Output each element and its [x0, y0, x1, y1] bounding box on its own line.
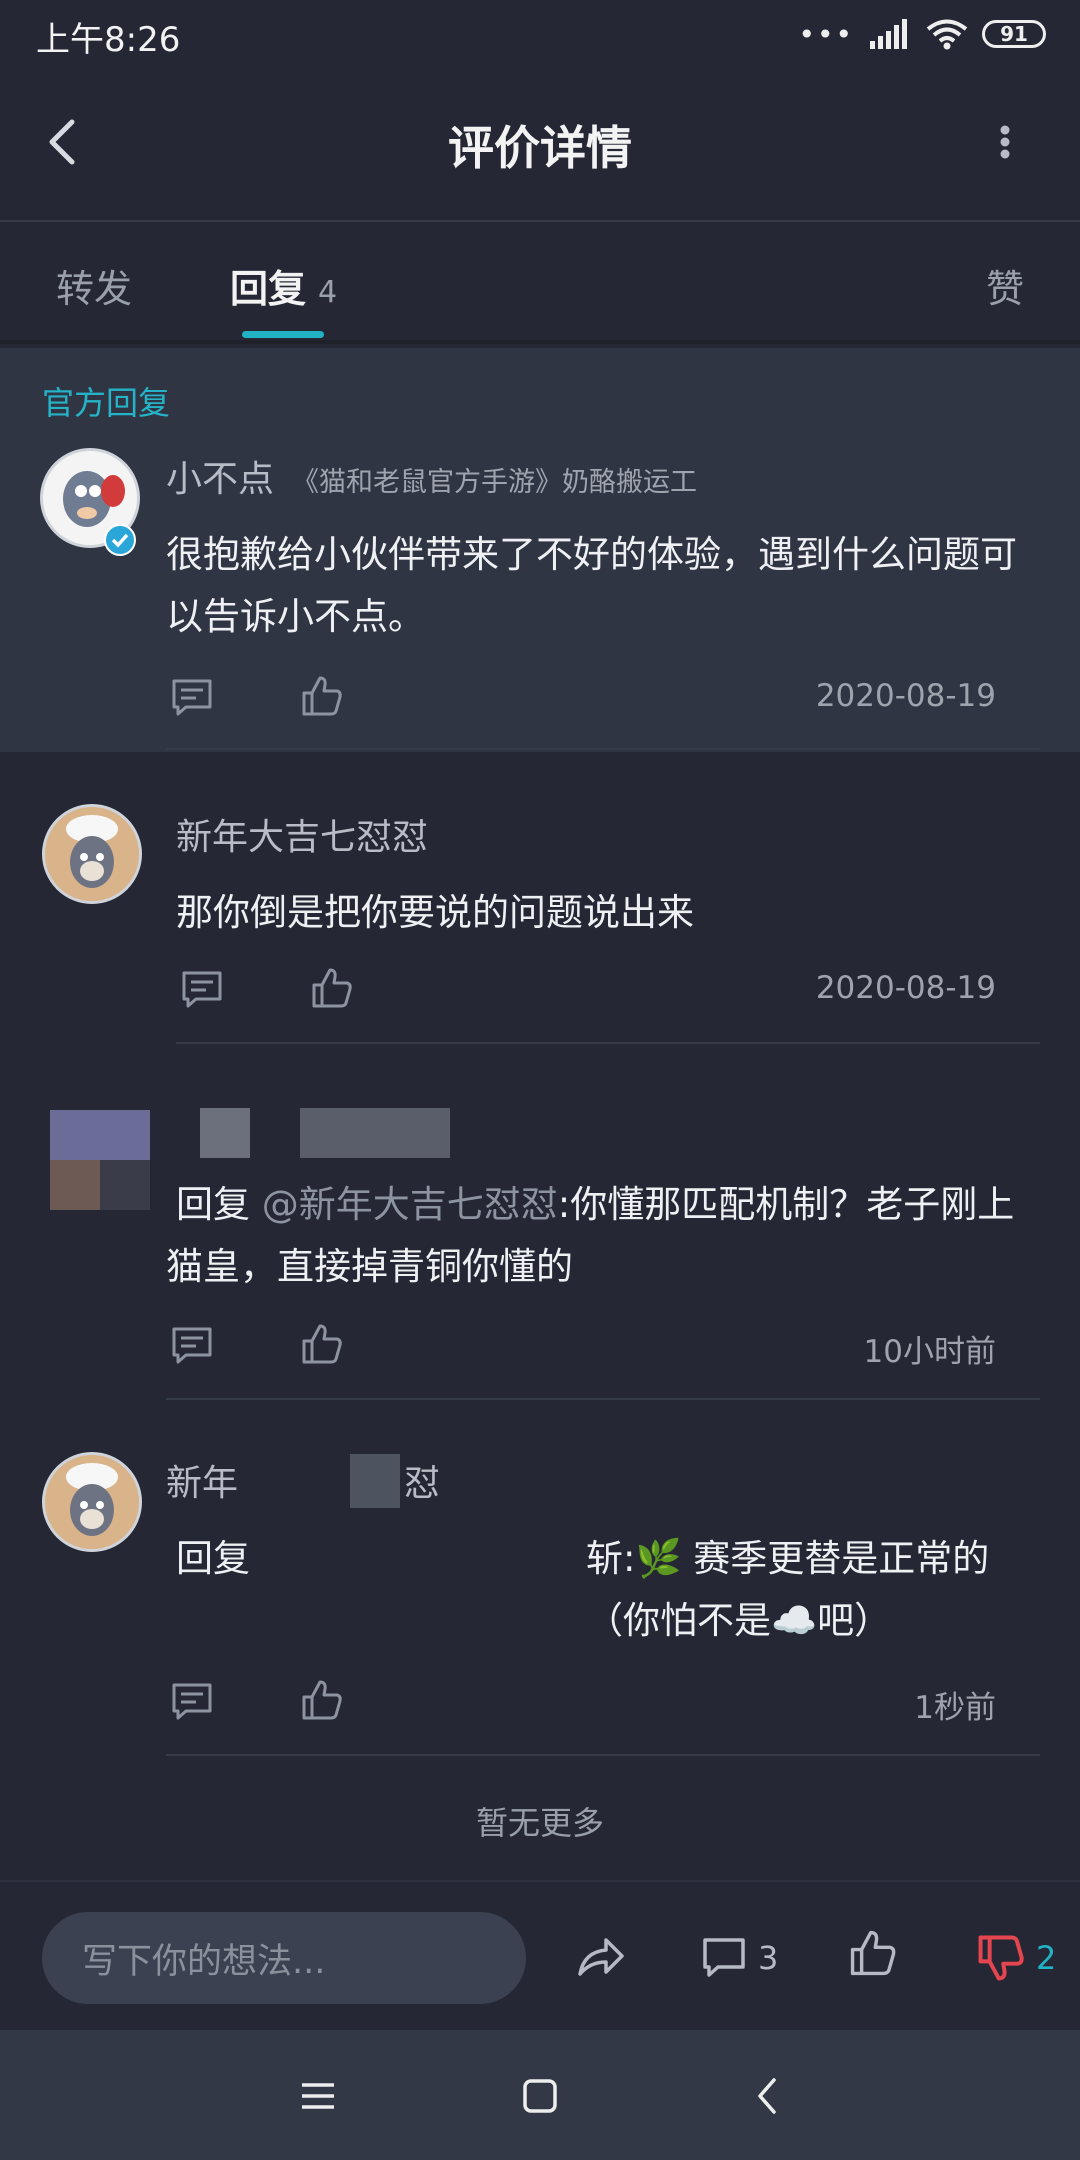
comment-count-button[interactable]: 3 — [700, 1930, 778, 1986]
signal-icon — [870, 19, 907, 49]
menu-icon[interactable] — [298, 2076, 338, 2116]
battery-indicator: 91 — [982, 20, 1046, 48]
tab-replies-label: 回复 — [230, 267, 307, 311]
comment-date: 2020-08-19 — [815, 678, 996, 714]
official-user-line: 小不点 《猫和老鼠官方手游》奶酪搬运工 — [166, 450, 697, 502]
comment-text: 回复 @新年大吉七怼怼:你懂那匹配机制？老子刚上猫皇，直接掉青铜你懂的 — [166, 1174, 1036, 1298]
comment-input[interactable]: 写下你的想法... — [42, 1912, 526, 2004]
dislike-count: 2 — [1036, 1939, 1057, 1977]
share-icon[interactable] — [574, 1930, 626, 1982]
comment-item: 新年 怼 回复 斩:🌿 赛季更替是正常的（你怕不是☁️吧） 1秒前 — [0, 1400, 1080, 1756]
comment-date: 10小时前 — [863, 1334, 996, 1370]
dislike-button[interactable]: 2 — [976, 1930, 1056, 1986]
comment-icon[interactable] — [170, 1680, 214, 1724]
verified-badge-icon — [104, 524, 136, 556]
comment-date: 1秒前 — [914, 1690, 996, 1726]
bottom-action-bar: 写下你的想法... 3 2 — [0, 1880, 1080, 2032]
comment-icon[interactable] — [180, 968, 224, 1012]
tab-replies-count: 4 — [318, 275, 338, 310]
tab-bar: 转发 回复 4 赞 — [0, 220, 1080, 344]
comment-icon[interactable] — [170, 1324, 214, 1368]
back-nav-icon[interactable] — [748, 2076, 788, 2116]
header: 评价详情 — [0, 70, 1080, 222]
comment-date: 2020-08-19 — [815, 970, 996, 1006]
official-reply-section: 官方回复 小不点 《猫和老鼠官方手游》奶酪搬运工 很抱歉给小伙伴带来了不好的体验，… — [0, 348, 1080, 752]
comment-text: 很抱歉给小伙伴带来了不好的体验，遇到什么问题可以告诉小不点。 — [166, 533, 1017, 638]
comment-count: 3 — [758, 1939, 779, 1977]
system-nav-bar — [0, 2030, 1080, 2160]
comment-item: 回复 @新年大吉七怼怼:你懂那匹配机制？老子刚上猫皇，直接掉青铜你懂的 10小时… — [0, 1044, 1080, 1400]
avatar[interactable] — [42, 1452, 142, 1552]
home-icon[interactable] — [520, 2076, 560, 2116]
page-title: 评价详情 — [448, 121, 632, 175]
comment-icon[interactable] — [170, 676, 214, 720]
tab-active-indicator — [242, 331, 324, 338]
username-obscured — [300, 1108, 450, 1158]
user-title: 《猫和老鼠官方手游》奶酪搬运工 — [292, 467, 698, 498]
username[interactable]: 新年大吉七怼怼 — [176, 808, 428, 860]
avatar[interactable] — [42, 804, 142, 904]
username-obscured — [350, 1454, 400, 1508]
more-vertical-icon[interactable] — [990, 112, 1020, 172]
tab-forward-label: 转发 — [56, 267, 133, 311]
like-icon[interactable] — [310, 966, 354, 1010]
status-icons: ••• 91 — [798, 14, 1046, 54]
username[interactable]: 新年 — [166, 1454, 238, 1506]
comment-text: 斩:🌿 赛季更替是正常的（你怕不是☁️吧） — [586, 1537, 990, 1642]
tab-replies[interactable]: 回复 4 — [230, 258, 337, 313]
like-icon[interactable] — [300, 1322, 344, 1366]
reply-prefix: 回复 — [176, 1183, 262, 1226]
comment-bubble-icon — [703, 1938, 745, 1977]
tom-cat-avatar-icon — [45, 1455, 139, 1549]
comment-item: 新年大吉七怼怼 那你倒是把你要说的问题说出来 2020-08-19 — [0, 752, 1080, 1044]
official-reply-label: 官方回复 — [42, 384, 171, 422]
username-obscured — [200, 1108, 250, 1158]
divider — [166, 748, 1040, 750]
status-bar: 上午8:26 ••• 91 — [0, 0, 1080, 70]
username[interactable]: 小不点 — [166, 459, 274, 500]
wifi-icon — [926, 19, 968, 50]
tab-likes-label: 赞 — [986, 267, 1025, 311]
username-tail: 怼 — [404, 1463, 441, 1504]
tab-forward[interactable]: 转发 — [56, 258, 132, 313]
status-time: 上午8:26 — [36, 20, 181, 60]
like-icon[interactable] — [300, 674, 344, 718]
divider — [166, 1754, 1040, 1756]
tab-likes[interactable]: 赞 — [986, 258, 1024, 313]
like-icon[interactable] — [300, 1678, 344, 1722]
thumbs-up-icon[interactable] — [848, 1928, 898, 1978]
username-visible: 新年 — [166, 1463, 239, 1504]
comment-text: 那你倒是把你要说的问题说出来 — [176, 891, 694, 934]
avatar[interactable] — [50, 1110, 150, 1210]
thumbs-down-icon — [978, 1935, 1024, 1981]
reply-prefix: 回复 — [176, 1537, 250, 1580]
no-more-label: 暂无更多 — [475, 1804, 604, 1842]
tom-cat-avatar-icon — [45, 807, 139, 901]
dots-icon: ••• — [798, 17, 854, 51]
mention-link[interactable]: @新年大吉七怼怼 — [262, 1183, 558, 1226]
